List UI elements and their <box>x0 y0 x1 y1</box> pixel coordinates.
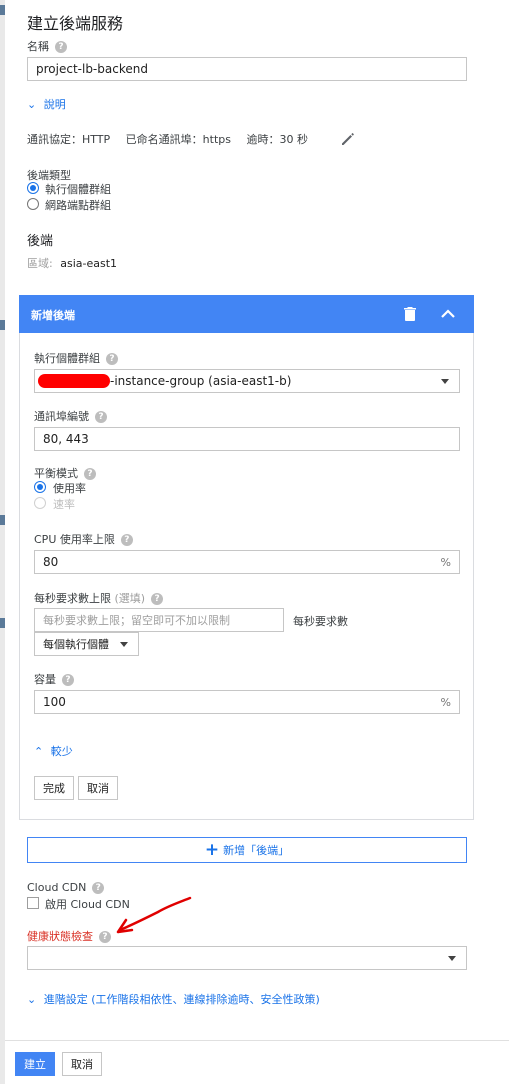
trash-icon[interactable] <box>403 306 417 322</box>
name-label: 名稱? <box>27 38 67 54</box>
capacity-unit: % <box>440 695 451 709</box>
backend-type-radio-instance-group[interactable] <box>27 182 39 194</box>
plus-icon: + <box>204 839 220 860</box>
rps-limit-placeholder: 每秒要求數上限；留空即可不加以限制 <box>43 614 230 627</box>
help-icon[interactable]: ? <box>120 534 133 546</box>
page-title: 建立後端服務 <box>27 14 124 33</box>
cloud-cdn-checkbox[interactable] <box>27 897 39 909</box>
health-check-label: 健康狀態檢查? <box>27 928 111 944</box>
capacity-value: 100 <box>43 695 66 709</box>
edit-pencil-icon[interactable] <box>339 130 357 148</box>
capacity-label-text: 容量 <box>34 673 56 686</box>
backend-type-option-instance-group: 執行個體群組 <box>45 183 111 196</box>
window-edge <box>0 0 5 1084</box>
protocol-summary: 通訊協定：HTTP 已命名通訊埠：https 逾時：30 秒 <box>27 131 308 147</box>
port-numbers-label: 通訊埠編號? <box>34 408 107 424</box>
cpu-limit-label-text: CPU 使用率上限 <box>34 533 115 546</box>
cpu-limit-unit: % <box>440 555 451 569</box>
timeout-text: 逾時：30 秒 <box>246 133 308 146</box>
balancing-mode-radio-rate[interactable] <box>34 497 46 509</box>
port-numbers-input[interactable]: 80, 443 <box>34 427 460 451</box>
advanced-settings-text: 進階設定 (工作階段相依性、連線排除逾時、安全性政策) <box>43 993 320 1006</box>
help-icon[interactable]: ? <box>84 468 96 480</box>
rps-limit-optional: (選填) <box>114 592 146 605</box>
per-instance-value: 每個執行個體 <box>43 638 109 651</box>
instance-group-label: 執行個體群組? <box>34 350 118 366</box>
backend-type-radio-network-endpoint[interactable] <box>27 198 39 210</box>
cpu-limit-value: 80 <box>43 555 59 569</box>
help-icon[interactable]: ? <box>92 882 105 894</box>
capacity-input[interactable]: 100 % <box>34 690 460 714</box>
instance-group-select[interactable]: -instance-group (asia-east1-b) <box>34 369 460 393</box>
region-info: 區域: asia-east1 <box>27 255 117 271</box>
create-button[interactable]: 建立 <box>15 1052 55 1076</box>
balancing-mode-radio-utilization[interactable] <box>34 481 46 493</box>
annotation-arrow <box>110 892 200 940</box>
name-label-text: 名稱 <box>27 40 49 53</box>
chevron-down-icon <box>448 956 456 961</box>
footer-cancel-button[interactable]: 取消 <box>62 1052 102 1076</box>
instance-group-value: -instance-group (asia-east1-b) <box>110 374 292 388</box>
per-instance-select[interactable]: 每個執行個體 <box>34 632 139 656</box>
help-icon[interactable]: ? <box>95 411 107 423</box>
chevron-down-icon: ⌄ <box>27 993 37 1006</box>
description-toggle[interactable]: ⌄ 說明 <box>27 96 66 112</box>
name-input-value: project-lb-backend <box>36 62 148 76</box>
region-label: 區域: <box>27 257 53 270</box>
name-input[interactable]: project-lb-backend <box>27 57 467 81</box>
footer-divider <box>5 1040 509 1041</box>
rps-limit-label: 每秒要求數上限 (選填)? <box>34 590 164 606</box>
backends-heading: 後端 <box>27 234 54 249</box>
help-icon[interactable]: ? <box>55 41 67 53</box>
balancing-mode-option-rate: 速率 <box>53 498 75 511</box>
add-backend-button[interactable]: + 新增「後端」 <box>27 837 467 863</box>
instance-group-label-text: 執行個體群組 <box>34 352 100 365</box>
region-value: asia-east1 <box>60 257 118 270</box>
protocol-text: 通訊協定：HTTP <box>27 133 111 146</box>
backend-type-option-network-endpoint: 網路端點群組 <box>45 199 111 212</box>
done-button[interactable]: 完成 <box>34 776 74 800</box>
new-backend-header[interactable]: 新增後端 <box>19 295 474 333</box>
redaction-mark <box>38 374 110 388</box>
advanced-settings-toggle[interactable]: ⌄ 進階設定 (工作階段相依性、連線排除逾時、安全性政策) <box>27 991 320 1007</box>
rps-suffix: 每秒要求數 <box>293 615 348 628</box>
chevron-down-icon: ⌄ <box>27 98 37 111</box>
cloud-cdn-label-text: Cloud CDN <box>27 881 87 894</box>
chevron-up-icon: ⌃ <box>34 745 44 758</box>
port-numbers-value: 80, 443 <box>43 432 89 446</box>
balancing-mode-label: 平衡模式? <box>34 465 96 481</box>
chevron-down-icon <box>120 642 128 647</box>
rps-limit-input[interactable]: 每秒要求數上限；留空即可不加以限制 <box>34 608 284 632</box>
panel-cancel-button[interactable]: 取消 <box>78 776 118 800</box>
chevron-down-icon <box>441 379 449 384</box>
help-icon[interactable]: ? <box>106 353 118 365</box>
help-icon[interactable]: ? <box>62 674 74 686</box>
edge-marker <box>0 5 5 15</box>
less-link-text: 較少 <box>50 745 73 758</box>
less-toggle[interactable]: ⌃ 較少 <box>34 743 73 759</box>
cpu-limit-input[interactable]: 80 % <box>34 550 460 574</box>
capacity-label: 容量? <box>34 671 74 687</box>
health-check-select[interactable] <box>27 946 467 970</box>
health-check-label-text: 健康狀態檢查 <box>27 930 93 943</box>
collapse-chevron-up-icon[interactable] <box>440 307 456 321</box>
description-link-text: 說明 <box>43 98 66 111</box>
edge-marker <box>0 515 5 525</box>
help-icon[interactable]: ? <box>151 593 164 605</box>
balancing-mode-label-text: 平衡模式 <box>34 467 78 480</box>
edge-marker <box>0 618 5 628</box>
rps-limit-label-text: 每秒要求數上限 <box>34 592 111 605</box>
edge-marker <box>0 320 5 330</box>
balancing-mode-option-utilization: 使用率 <box>53 482 86 495</box>
port-numbers-label-text: 通訊埠編號 <box>34 410 89 423</box>
new-backend-title: 新增後端 <box>31 309 75 322</box>
cloud-cdn-label: Cloud CDN? <box>27 881 105 894</box>
named-port-text: 已命名通訊埠：https <box>125 133 231 146</box>
add-backend-label: 新增「後端」 <box>223 844 290 857</box>
cpu-limit-label: CPU 使用率上限? <box>34 531 133 547</box>
